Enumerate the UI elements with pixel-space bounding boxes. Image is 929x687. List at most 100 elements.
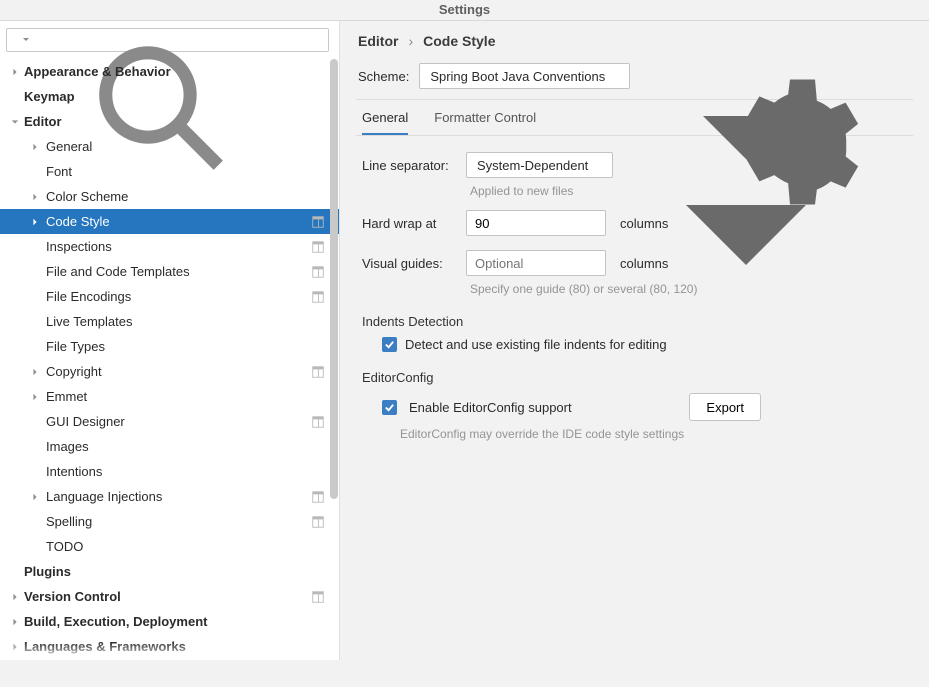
project-scope-icon — [311, 215, 325, 229]
chevron-down-icon — [8, 118, 22, 126]
tree-item[interactable]: File and Code Templates — [0, 259, 339, 284]
tree-item-label: Build, Execution, Deployment — [22, 614, 207, 629]
tree-item[interactable]: Language Injections — [0, 484, 339, 509]
tree-item-label: Code Style — [42, 214, 110, 229]
chevron-down-icon — [613, 71, 623, 81]
search-input-wrap — [6, 28, 329, 52]
scheme-label: Scheme: — [358, 69, 409, 84]
tree-item-label: Spelling — [42, 514, 92, 529]
breadcrumb-codestyle: Code Style — [423, 33, 495, 49]
line-separator-combobox[interactable]: System-Dependent — [466, 152, 613, 178]
chevron-down-icon — [596, 160, 606, 170]
chevron-right-icon — [28, 368, 42, 376]
tree-item[interactable]: Code Style — [0, 209, 339, 234]
tree-item-label: Inspections — [42, 239, 112, 254]
tree-item[interactable]: Plugins — [0, 559, 339, 584]
project-scope-icon — [311, 490, 325, 504]
tree-item-label: Live Templates — [42, 314, 132, 329]
settings-tree: Appearance & Behavior Keymap Editor General… — [0, 59, 339, 659]
project-scope-icon — [311, 365, 325, 379]
chevron-right-icon — [28, 493, 42, 501]
tree-item-label: File and Code Templates — [42, 264, 190, 279]
project-scope-icon — [311, 265, 325, 279]
project-scope-icon — [311, 240, 325, 254]
tree-item[interactable]: Live Templates — [0, 309, 339, 334]
tree-item[interactable]: Editor — [0, 109, 339, 134]
indents-section-title: Indents Detection — [362, 314, 911, 329]
tree-item-label: Plugins — [22, 564, 71, 579]
chevron-right-icon — [8, 618, 22, 626]
tree-item-label: File Types — [42, 339, 105, 354]
tree-item[interactable]: File Encodings — [0, 284, 339, 309]
tree-item[interactable]: Build, Execution, Deployment — [0, 609, 339, 634]
tree-item[interactable]: TODO — [0, 534, 339, 559]
chevron-right-icon: › — [408, 33, 413, 49]
tree-item[interactable]: Spelling — [0, 509, 339, 534]
visual-guides-suffix: columns — [620, 256, 668, 271]
tab-formatter-control[interactable]: Formatter Control — [434, 110, 536, 135]
hard-wrap-input[interactable] — [466, 210, 606, 236]
tree-item[interactable]: File Types — [0, 334, 339, 359]
tree-item-label: TODO — [42, 539, 83, 554]
tree-item-label: Languages & Frameworks — [22, 639, 186, 654]
tree-item-label: Appearance & Behavior — [22, 64, 171, 79]
sidebar: Appearance & Behavior Keymap Editor General… — [0, 21, 340, 660]
editorconfig-section-title: EditorConfig — [362, 370, 911, 385]
tree-item[interactable]: Emmet — [0, 384, 339, 409]
detect-indents-checkbox[interactable] — [382, 337, 397, 352]
chevron-right-icon — [28, 193, 42, 201]
editorconfig-label: Enable EditorConfig support — [409, 400, 572, 415]
hard-wrap-label: Hard wrap at — [362, 216, 452, 231]
window-title: Settings — [0, 0, 929, 20]
editorconfig-checkbox[interactable] — [382, 400, 397, 415]
hard-wrap-suffix: columns — [620, 216, 668, 231]
chevron-right-icon — [8, 68, 22, 76]
visual-guides-input[interactable] — [466, 250, 606, 276]
search-dropdown-icon[interactable] — [23, 37, 29, 43]
chevron-right-icon — [28, 393, 42, 401]
breadcrumb: Editor › Code Style — [358, 33, 913, 49]
tree-item-label: Font — [42, 164, 72, 179]
tree-item-label: Version Control — [22, 589, 121, 604]
tree-item[interactable]: Color Scheme — [0, 184, 339, 209]
tree-item-label: Language Injections — [42, 489, 162, 504]
tree-item-label: File Encodings — [42, 289, 131, 304]
export-button[interactable]: Export — [689, 393, 761, 421]
scheme-value: Spring Boot Java Conventions — [430, 69, 605, 84]
tree-item[interactable]: Images — [0, 434, 339, 459]
line-separator-value: System-Dependent — [477, 158, 588, 173]
tree-item-label: Editor — [22, 114, 62, 129]
scheme-combobox[interactable]: Spring Boot Java Conventions — [419, 63, 630, 89]
chevron-right-icon — [8, 593, 22, 601]
tree-item[interactable]: General — [0, 134, 339, 159]
scrollbar[interactable] — [330, 59, 338, 660]
tree-item-label: GUI Designer — [42, 414, 125, 429]
tree-item[interactable]: Inspections — [0, 234, 339, 259]
tab-general[interactable]: General — [362, 110, 408, 135]
line-separator-label: Line separator: — [362, 158, 452, 173]
tree-item-label: Color Scheme — [42, 189, 128, 204]
tree-item-label: Intentions — [42, 464, 102, 479]
project-scope-icon — [311, 515, 325, 529]
tree-item[interactable]: Languages & Frameworks — [0, 634, 339, 659]
tree-item-label: Images — [42, 439, 89, 454]
tree-item[interactable]: Intentions — [0, 459, 339, 484]
breadcrumb-editor[interactable]: Editor — [358, 33, 398, 49]
workspace: Appearance & Behavior Keymap Editor General… — [0, 20, 929, 660]
chevron-right-icon — [28, 218, 42, 226]
tree-item[interactable]: Keymap — [0, 84, 339, 109]
tree-item-label: Keymap — [22, 89, 75, 104]
editorconfig-hint: EditorConfig may override the IDE code s… — [400, 427, 911, 441]
tree-item-label: Copyright — [42, 364, 102, 379]
tree-item[interactable]: Font — [0, 159, 339, 184]
project-scope-icon — [311, 290, 325, 304]
main-panel: Editor › Code Style Scheme: Spring Boot … — [340, 21, 929, 660]
tree-item[interactable]: Copyright — [0, 359, 339, 384]
tree-item[interactable]: Appearance & Behavior — [0, 59, 339, 84]
tree-item[interactable]: Version Control — [0, 584, 339, 609]
detect-indents-label: Detect and use existing file indents for… — [405, 337, 667, 352]
tree-item-label: Emmet — [42, 389, 87, 404]
tree-item[interactable]: GUI Designer — [0, 409, 339, 434]
gear-icon[interactable] — [640, 67, 658, 85]
project-scope-icon — [311, 590, 325, 604]
